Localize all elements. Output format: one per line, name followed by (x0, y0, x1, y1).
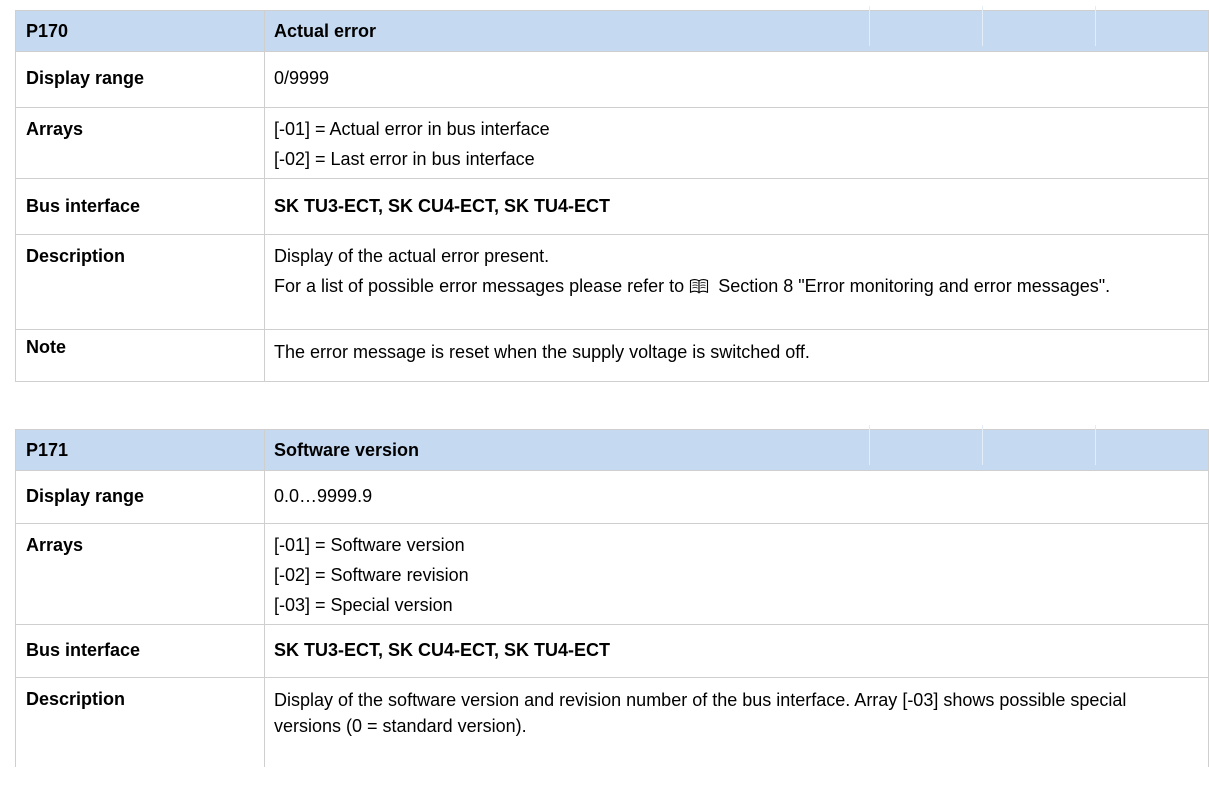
arrays-value: [-01] = Software version [-02] = Softwar… (264, 523, 1209, 625)
description-value: Display of the software version and revi… (264, 677, 1209, 767)
header-divider-cells (869, 425, 1208, 465)
bus-interface-label: Bus interface (15, 178, 265, 235)
description-row: Description Display of the actual error … (15, 234, 1209, 330)
parameter-title-cell: Actual error (264, 6, 1209, 52)
parameter-title: Actual error (274, 21, 377, 41)
description-label: Description (15, 234, 265, 330)
arrays-value: [-01] = Actual error in bus interface [-… (264, 107, 1209, 179)
display-range-label: Display range (15, 51, 265, 108)
book-icon (689, 273, 709, 294)
description-reference-line: For a list of possible error messages pl… (274, 271, 1188, 301)
bus-interface-value: SK TU3-ECT, SK CU4-ECT, SK TU4-ECT (264, 624, 1209, 678)
parameter-header-row: P171 Software version (15, 425, 1209, 471)
arrays-label: Arrays (15, 107, 265, 179)
description-reference-prefix: For a list of possible error messages pl… (274, 276, 685, 296)
display-range-row: Display range 0.0…9999.9 (15, 470, 1209, 524)
description-line: Display of the actual error present. (274, 246, 550, 266)
bus-interface-value: SK TU3-ECT, SK CU4-ECT, SK TU4-ECT (264, 178, 1209, 235)
parameter-title: Software version (274, 440, 420, 460)
display-range-value: 0/9999 (264, 51, 1209, 108)
parameter-title-cell: Software version (264, 425, 1209, 471)
parameter-table-p170: P170 Actual error Display range 0/9999 A… (15, 6, 1209, 382)
array-entry: [-02] = Software revision (274, 565, 469, 585)
arrays-row: Arrays [-01] = Actual error in bus inter… (15, 107, 1209, 179)
display-range-value: 0.0…9999.9 (264, 470, 1209, 524)
section-reference-link: Section 8 "Error monitoring and error me… (718, 276, 1111, 296)
array-entry: [-01] = Software version (274, 535, 465, 555)
parameter-header-row: P170 Actual error (15, 6, 1209, 52)
description-value: Display of the actual error present. For… (264, 234, 1209, 330)
arrays-row: Arrays [-01] = Software version [-02] = … (15, 523, 1209, 625)
bus-interface-label: Bus interface (15, 624, 265, 678)
note-row: Note The error message is reset when the… (15, 329, 1209, 382)
note-value: The error message is reset when the supp… (264, 329, 1209, 382)
display-range-row: Display range 0/9999 (15, 51, 1209, 108)
parameter-number: P171 (15, 429, 265, 471)
array-entry: [-01] = Actual error in bus interface (274, 119, 550, 139)
header-divider-cells (869, 6, 1208, 46)
display-range-label: Display range (15, 470, 265, 524)
bus-interface-row: Bus interface SK TU3-ECT, SK CU4-ECT, SK… (15, 624, 1209, 678)
array-entry: [-02] = Last error in bus interface (274, 149, 535, 169)
parameter-number: P170 (15, 10, 265, 52)
bus-interface-row: Bus interface SK TU3-ECT, SK CU4-ECT, SK… (15, 178, 1209, 235)
note-label: Note (15, 329, 265, 382)
parameter-table-p171: P171 Software version Display range 0.0…… (15, 425, 1209, 767)
array-entry: [-03] = Special version (274, 595, 453, 615)
description-row: Description Display of the software vers… (15, 677, 1209, 767)
description-label: Description (15, 677, 265, 767)
arrays-label: Arrays (15, 523, 265, 625)
